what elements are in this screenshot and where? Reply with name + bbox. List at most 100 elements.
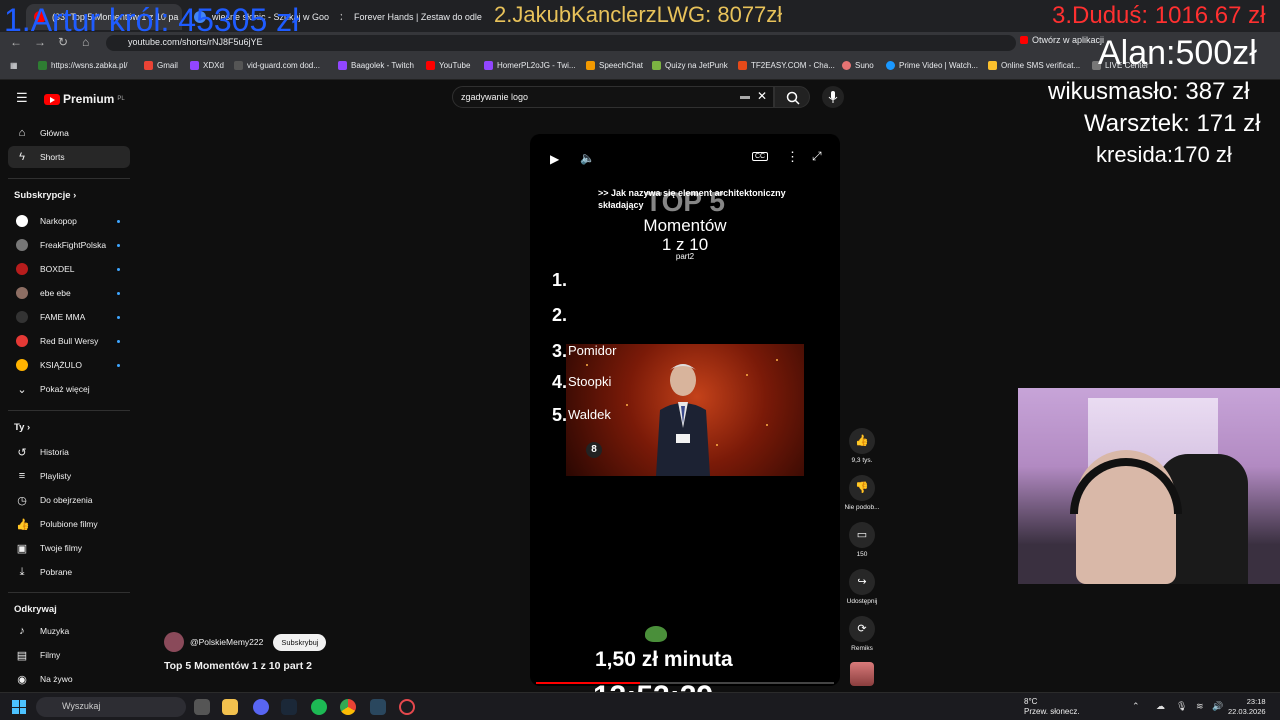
bookmark-zabka[interactable]: https://wsns.zabka.pl/	[38, 61, 127, 70]
comment-icon: ▭	[849, 522, 875, 548]
video-question-text: >> Jak nazywa się element architektonicz…	[598, 188, 786, 210]
sidebar-item-watch-later[interactable]: ◷ Do obejrzenia	[8, 489, 130, 511]
remix-button[interactable]: ⟳ Remiks	[844, 616, 880, 652]
audio-thumbnail[interactable]	[850, 662, 874, 686]
sidebar-item-narkopop[interactable]: Narkopop	[8, 210, 130, 232]
open-in-app-button[interactable]: Otwórz w aplikacji	[1020, 35, 1104, 45]
like-count: 9,3 tys.	[851, 457, 873, 464]
sidebar-item-ksiazulo[interactable]: KSIĄŻULO	[8, 354, 130, 376]
bookmark-favicon-icon	[586, 61, 595, 70]
search-button[interactable]	[774, 86, 810, 108]
dislike-button[interactable]: 👎 Nie podob...	[844, 475, 880, 511]
sidebar-item-boxdel[interactable]: BOXDEL	[8, 258, 130, 280]
sidebar-item-your-videos[interactable]: ▣ Twoje filmy	[8, 537, 130, 559]
taskbar-search[interactable]: Wyszukaj	[36, 697, 186, 717]
sidebar-item-label: Narkopop	[40, 216, 77, 226]
hamburger-menu-icon[interactable]: ☰	[16, 90, 28, 106]
bookmark-jetpunk[interactable]: Quizy na JetPunk	[652, 61, 728, 70]
new-content-dot	[117, 363, 120, 367]
youtube-premium-logo[interactable]: Premium PL	[44, 92, 125, 106]
microphone-tray-icon[interactable]: 🎙	[1176, 701, 1187, 712]
subscriptions-header[interactable]: Subskrypcje ›	[14, 190, 76, 201]
speaker-icon[interactable]: 🔊	[1212, 701, 1223, 712]
you-header[interactable]: Ty ›	[14, 422, 30, 433]
close-tab-icon[interactable]: ✕	[339, 11, 342, 24]
bookmark-youtube[interactable]: YouTube	[426, 61, 470, 70]
sidebar-item-show-more[interactable]: ⌄ Pokaż więcej	[8, 378, 130, 400]
sidebar-item-label: Twoje filmy	[40, 543, 83, 553]
share-button[interactable]: ↪ Udostępnij	[844, 569, 880, 605]
sidebar-item-fame-mma[interactable]: FAME MMA	[8, 306, 130, 328]
channel-avatar	[16, 263, 28, 275]
sidebar-item-downloads[interactable]: ⤓ Pobrane	[8, 561, 130, 583]
donor-warsztek: Warsztek: 171 zł	[1084, 110, 1261, 137]
volume-icon[interactable]: 🔈	[580, 151, 595, 165]
sidebar-item-red-bull-wersy[interactable]: Red Bull Wersy	[8, 330, 130, 352]
obs-icon[interactable]	[399, 699, 415, 715]
bookmark-tf2easy[interactable]: TF2EASY.COM - Cha...	[738, 61, 835, 70]
captions-icon[interactable]: CC	[752, 152, 769, 161]
sidebar-item-movies[interactable]: ▤ Filmy	[8, 644, 130, 666]
bookmark-gmail[interactable]: Gmail	[144, 61, 178, 70]
sidebar-item-ebe-ebe[interactable]: ebe ebe	[8, 282, 130, 304]
play-icon[interactable]: ▶	[550, 152, 559, 166]
steam-client-icon[interactable]	[370, 699, 386, 715]
sidebar-item-shorts[interactable]: ϟ Shorts	[8, 146, 130, 168]
channel-name[interactable]: @PolskieMemy222	[190, 637, 263, 647]
spark	[626, 404, 628, 406]
bookmark-baagolek[interactable]: Baagolek - Twitch	[338, 61, 414, 70]
sidebar-item-playlists[interactable]: ≡ Playlisty	[8, 465, 130, 487]
bookmark-label: vid-guard.com dod...	[247, 61, 320, 70]
bookmark-favicon-icon	[38, 61, 47, 70]
section-label: Ty	[14, 422, 25, 433]
short-video-player[interactable]: ▶ 🔈 CC ⋮ ⤢ TOP 5 >> Jak nazywa się eleme…	[530, 134, 840, 686]
file-explorer-icon[interactable]	[222, 699, 238, 715]
task-view-icon[interactable]	[194, 699, 210, 715]
keyboard-icon[interactable]: ▬	[740, 91, 750, 102]
wifi-icon[interactable]: ≋	[1196, 701, 1204, 712]
comments-button[interactable]: ▭ 150	[844, 522, 880, 558]
taskbar-clock[interactable]: 23:18 22.03.2026	[1228, 697, 1266, 717]
sidebar-item-label: Shorts	[40, 152, 65, 162]
channel-avatar[interactable]	[164, 632, 184, 652]
like-button[interactable]: 👍 9,3 tys.	[844, 428, 880, 464]
discord-icon[interactable]	[253, 699, 269, 715]
bookmark-vid-guard[interactable]: vid-guard.com dod...	[234, 61, 320, 70]
steam-icon[interactable]	[281, 699, 297, 715]
weather-widget[interactable]: 8°C Przew. słonecz.	[1024, 697, 1080, 717]
windows-start-icon[interactable]	[12, 700, 26, 714]
tray-chevron-icon[interactable]: ⌃	[1132, 701, 1140, 712]
apps-grid-icon[interactable]: ▦	[10, 61, 18, 70]
sidebar-item-live[interactable]: ◉ Na żywo	[8, 668, 130, 690]
voice-search-button[interactable]	[822, 86, 844, 108]
channel-avatar	[16, 215, 28, 227]
search-input[interactable]: zgadywanie logo	[452, 86, 774, 108]
bookmark-suno[interactable]: Suno	[842, 61, 874, 70]
donor-rank-1: 1.Artur król: 45305 zł	[4, 2, 300, 38]
subscribe-button[interactable]: Subskrybuj	[273, 633, 327, 651]
bookmark-xdxd[interactable]: XDXd	[190, 61, 224, 70]
rank-number: 3.	[552, 341, 568, 361]
browser-tab-forever-hands[interactable]: Forever Hands | Zestaw do odle	[346, 4, 496, 30]
bookmark-homer[interactable]: HomerPL2oJG - Twi...	[484, 61, 576, 70]
sidebar-item-home[interactable]: ⌂ Główna	[8, 122, 130, 144]
sidebar-item-music[interactable]: ♪ Muzyka	[8, 620, 130, 642]
rank-name: Waldek	[568, 407, 611, 422]
chrome-icon[interactable]	[340, 699, 356, 715]
divider	[8, 592, 130, 593]
bookmark-sms-verification[interactable]: Online SMS verificat...	[988, 61, 1080, 70]
spotify-icon[interactable]	[311, 699, 327, 715]
tab-label: Forever Hands | Zestaw do odle	[354, 12, 482, 22]
sidebar-item-liked[interactable]: 👍 Polubione filmy	[8, 513, 130, 535]
donor-alan: Alan:500zł	[1098, 34, 1257, 72]
more-options-icon[interactable]: ⋮	[786, 149, 799, 165]
clear-search-icon[interactable]: ✕	[757, 89, 767, 103]
tray-network-app-icon[interactable]: ☁	[1156, 701, 1165, 712]
bookmark-speechchat[interactable]: SpeechChat	[586, 61, 643, 70]
bookmark-prime-video[interactable]: Prime Video | Watch...	[886, 61, 978, 70]
sidebar-item-freakfightpolska[interactable]: FreakFightPolska	[8, 234, 130, 256]
fullscreen-icon[interactable]: ⤢	[812, 149, 822, 164]
channel-avatar	[16, 359, 28, 371]
history-icon: ↺	[17, 446, 27, 459]
sidebar-item-history[interactable]: ↺ Historia	[8, 441, 130, 463]
